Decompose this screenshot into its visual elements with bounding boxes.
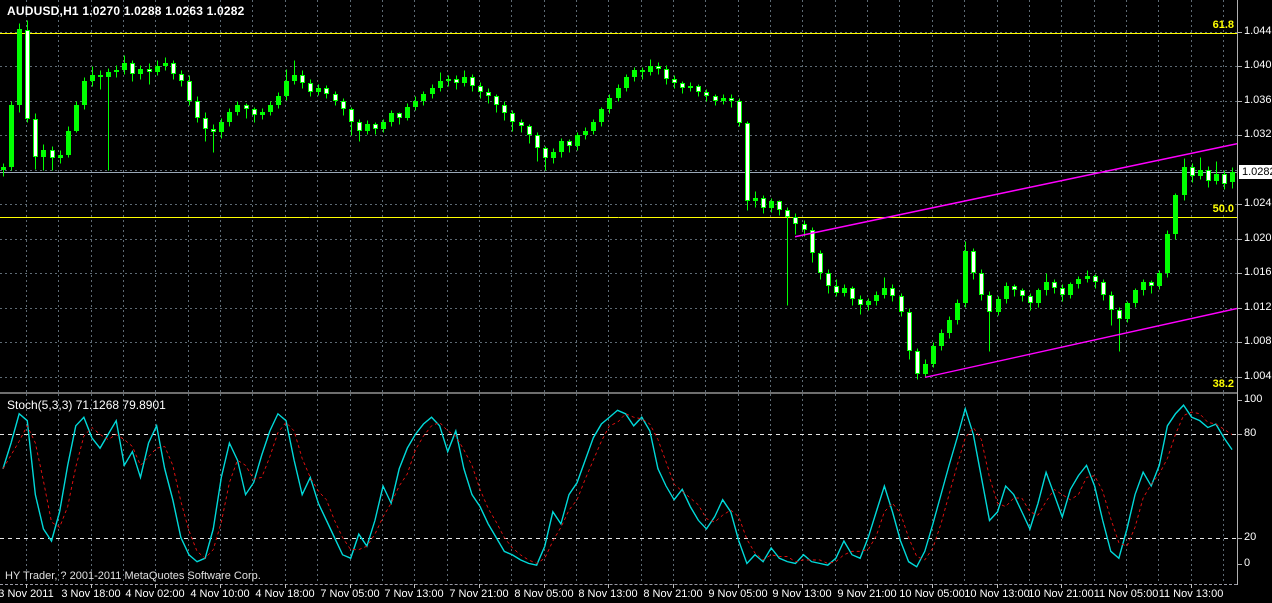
stoch-axis-label: 80: [1244, 427, 1256, 439]
time-axis-label: 9 Nov 13:00: [772, 588, 831, 600]
price-axis-tick: [1238, 239, 1242, 240]
time-axis-label: 4 Nov 18:00: [255, 588, 314, 600]
time-axis-label: 8 Nov 13:00: [578, 588, 637, 600]
time-axis-label: 9 Nov 05:00: [708, 588, 767, 600]
price-axis-label: 1.0165: [1244, 266, 1272, 278]
time-axis-label: 7 Nov 21:00: [449, 588, 508, 600]
price-axis-label: 1.0405: [1244, 59, 1272, 71]
stoch-axis-label: 100: [1244, 393, 1262, 405]
time-axis-label: 10 Nov 05:00: [899, 588, 964, 600]
price-axis-tick: [1238, 135, 1242, 136]
stoch-axis-label: 0: [1244, 557, 1250, 569]
price-axis-label: 1.0245: [1244, 197, 1272, 209]
stoch-chart-canvas[interactable]: [0, 394, 1237, 584]
price-axis-tick: [1238, 400, 1242, 401]
time-axis-label: 9 Nov 21:00: [837, 588, 896, 600]
time-axis-label: 4 Nov 10:00: [190, 588, 249, 600]
time-axis-label: 7 Nov 13:00: [384, 588, 443, 600]
price-axis-label: 1.0365: [1244, 94, 1272, 106]
time-axis-label: 3 Nov 18:00: [61, 588, 120, 600]
chart-title: AUDUSD,H1 1.0270 1.0288 1.0263 1.0282: [7, 4, 245, 18]
price-axis-label: 1.0085: [1244, 335, 1272, 347]
price-axis-tick: [1238, 101, 1242, 102]
price-axis-label: 1.0205: [1244, 232, 1272, 244]
price-axis-label: 1.0045: [1244, 370, 1272, 382]
chart-window: AUDUSD,H1 1.0270 1.0288 1.0263 1.0282 St…: [0, 0, 1272, 603]
time-axis-label: 10 Nov 13:00: [964, 588, 1029, 600]
time-axis-label: 8 Nov 21:00: [643, 588, 702, 600]
time-axis-label: 4 Nov 02:00: [125, 588, 184, 600]
stoch-axis-label: 20: [1244, 531, 1256, 543]
time-axis-label: 11 Nov 13:00: [1159, 588, 1224, 600]
copyright-text: HY Trader, ? 2001-2011 MetaQuotes Softwa…: [5, 570, 261, 582]
time-axis-label: 8 Nov 05:00: [514, 588, 573, 600]
price-axis-tick: [1238, 308, 1242, 309]
price-axis-label: 1.0445: [1244, 25, 1272, 37]
price-axis-tick: [1238, 538, 1242, 539]
fib-label-382[interactable]: 38.2: [1213, 378, 1234, 390]
price-axis-tick: [1238, 342, 1242, 343]
price-axis-tick: [1238, 66, 1242, 67]
price-axis-label: 1.0325: [1244, 128, 1272, 140]
price-axis-tick: [1238, 32, 1242, 33]
price-axis-tick: [1238, 434, 1242, 435]
time-axis-label: 10 Nov 21:00: [1028, 588, 1093, 600]
time-axis-label: 3 Nov 2011: [0, 588, 54, 600]
panel-separator[interactable]: [0, 392, 1237, 394]
current-price-box: 1.0282: [1239, 165, 1272, 179]
price-axis-tick: [1238, 377, 1242, 378]
price-axis-label: 1.0125: [1244, 301, 1272, 313]
main-chart-canvas[interactable]: [0, 0, 1237, 392]
indicator-label: Stoch(5,3,3) 71.1268 79.8901: [7, 398, 166, 412]
time-axis[interactable]: 3 Nov 2011 3 Nov 18:00 4 Nov 02:00 4 Nov 10…: [0, 585, 1272, 603]
price-axis-tick: [1238, 204, 1242, 205]
time-axis-label: 11 Nov 05:00: [1094, 588, 1159, 600]
time-axis-label: 7 Nov 05:00: [320, 588, 379, 600]
price-axis-tick: [1238, 564, 1242, 565]
fib-label-500[interactable]: 50.0: [1213, 203, 1234, 215]
fib-label-618[interactable]: 61.8: [1213, 19, 1234, 31]
price-axis-tick: [1238, 273, 1242, 274]
price-axis[interactable]: 1.0445 1.0405 1.0365 1.0325 1.0245 1.0205 1.01…: [1237, 0, 1272, 585]
